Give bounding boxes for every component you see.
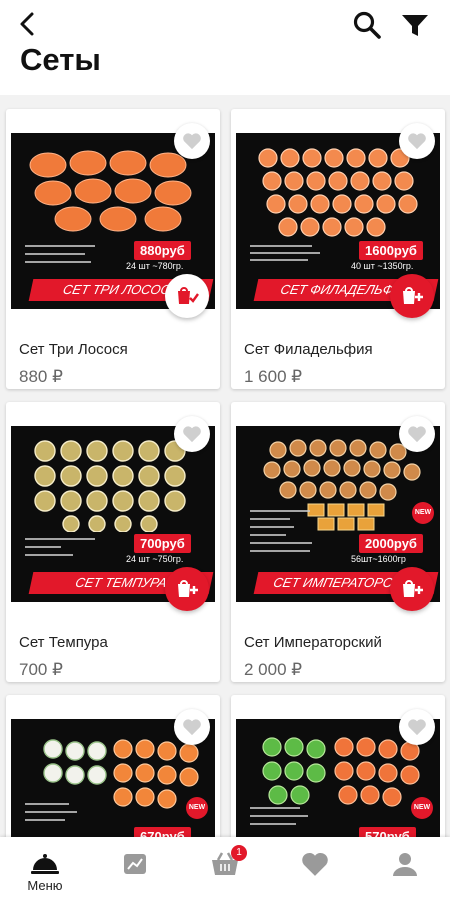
- cart-count-badge: 1: [231, 845, 247, 861]
- add-to-cart-button[interactable]: [165, 567, 209, 611]
- favorite-button[interactable]: [174, 123, 210, 159]
- page-title: Сеты: [20, 42, 101, 77]
- price-tag: 1600руб: [359, 241, 423, 260]
- heart-icon: [183, 719, 201, 736]
- add-to-cart-button[interactable]: [165, 274, 209, 318]
- favorite-button[interactable]: [399, 123, 435, 159]
- product-price: 2 000 ₽: [244, 660, 303, 679]
- add-to-cart-button[interactable]: [390, 567, 434, 611]
- price-tag: 700руб: [134, 534, 191, 553]
- favorite-button[interactable]: [174, 416, 210, 452]
- add-to-cart-icon: [403, 287, 423, 304]
- price-tag: 2000руб: [359, 534, 423, 553]
- promo-icon: [124, 854, 146, 874]
- nav-cart[interactable]: 1: [180, 837, 270, 900]
- favorite-button[interactable]: [399, 416, 435, 452]
- add-to-cart-icon: [178, 580, 198, 597]
- filter-icon[interactable]: [400, 10, 430, 40]
- nav-profile[interactable]: [360, 837, 450, 900]
- nav-promo[interactable]: [90, 837, 180, 900]
- add-to-cart-icon: [403, 580, 423, 597]
- product-name: Сет Темпура: [19, 634, 108, 651]
- new-badge: NEW: [412, 502, 434, 524]
- add-to-cart-button[interactable]: [390, 274, 434, 318]
- weight-label: 24 шт ~750гр.: [126, 554, 184, 564]
- product-price: 880 ₽: [19, 367, 63, 386]
- product-card[interactable]: NEW 670руб: [6, 695, 220, 837]
- product-grid: 880руб 24 шт ~780гр. СЕТ ТРИ ЛОСОСЯ Сет …: [0, 95, 450, 837]
- product-price: 700 ₽: [19, 660, 63, 679]
- product-card[interactable]: 880руб 24 шт ~780гр. СЕТ ТРИ ЛОСОСЯ Сет …: [6, 109, 220, 389]
- favorite-button[interactable]: [174, 709, 210, 745]
- product-card[interactable]: NEW 570руб: [231, 695, 445, 837]
- weight-label: 24 шт ~780гр.: [126, 261, 184, 271]
- product-price: 1 600 ₽: [244, 367, 303, 386]
- new-badge: NEW: [186, 797, 208, 819]
- heart-icon: [408, 719, 426, 736]
- favorites-icon: [302, 853, 328, 876]
- price-tag: 570руб: [359, 827, 416, 837]
- product-name: Сет Три Лосося: [19, 341, 128, 358]
- price-tag: 880руб: [134, 241, 191, 260]
- price-tag: 670руб: [134, 827, 191, 837]
- profile-icon: [393, 853, 417, 876]
- heart-icon: [183, 426, 201, 443]
- product-card[interactable]: 700руб 24 шт ~750гр. СЕТ ТЕМПУРА Сет Тем…: [6, 402, 220, 682]
- menu-cloche-icon: [31, 854, 59, 874]
- product-card[interactable]: 1600руб 40 шт ~1350гр. СЕТ ФИЛАДЕЛЬФИЯ С…: [231, 109, 445, 389]
- favorite-button[interactable]: [399, 709, 435, 745]
- nav-favorites[interactable]: [270, 837, 360, 900]
- nav-menu-label: Меню: [27, 878, 63, 893]
- heart-icon: [408, 426, 426, 443]
- top-bar: Сеты: [0, 0, 450, 95]
- add-to-cart-icon: [178, 287, 199, 304]
- weight-label: 40 шт ~1350гр.: [351, 261, 414, 271]
- product-name: Сет Филадельфия: [244, 341, 373, 358]
- heart-icon: [183, 133, 201, 150]
- back-icon[interactable]: [14, 10, 42, 38]
- search-icon[interactable]: [352, 10, 382, 40]
- product-name: Сет Императорский: [244, 634, 382, 651]
- weight-label: 56шт~1600гр: [351, 554, 406, 564]
- bottom-navigation: Меню 1: [0, 837, 450, 900]
- product-card[interactable]: NEW 2000руб 56шт~1600гр СЕТ ИМПЕРАТОРСКИ…: [231, 402, 445, 682]
- nav-menu[interactable]: Меню: [0, 837, 90, 900]
- new-badge: NEW: [411, 797, 433, 819]
- heart-icon: [408, 133, 426, 150]
